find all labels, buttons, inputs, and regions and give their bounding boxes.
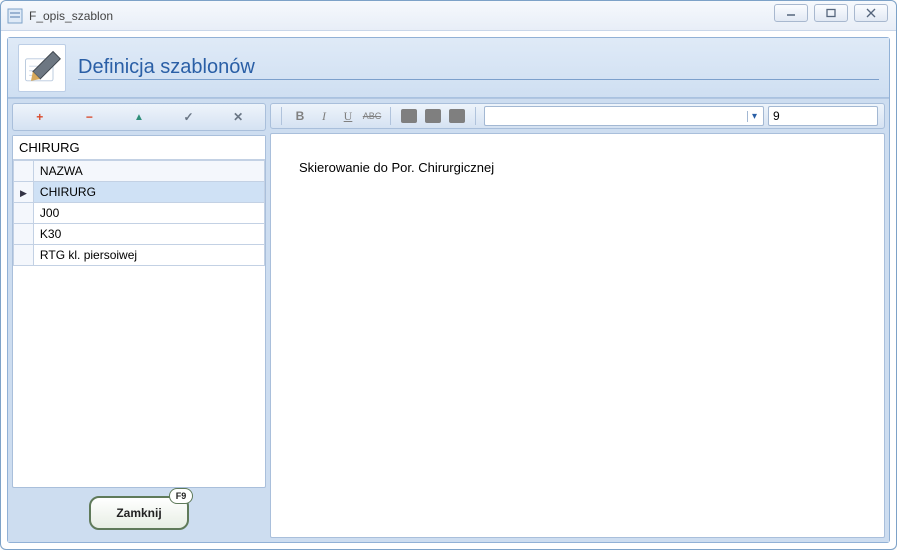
italic-button[interactable]: I <box>314 107 334 125</box>
highlight-button[interactable] <box>447 107 467 125</box>
template-grid[interactable]: NAZWA CHIRURGJ00K30RTG kl. piersoiwej <box>13 160 265 266</box>
cancel-button[interactable]: ✕ <box>218 106 258 128</box>
font-family-combo[interactable]: ▾ <box>484 106 764 126</box>
bold-button[interactable]: B <box>290 107 310 125</box>
close-dialog-button[interactable]: Zamknij F9 <box>89 496 189 530</box>
up-button[interactable]: ▲ <box>119 106 159 128</box>
filter-input[interactable] <box>13 136 265 160</box>
close-shortcut-badge: F9 <box>169 488 193 504</box>
table-row[interactable]: K30 <box>14 224 265 245</box>
row-indicator <box>14 182 34 203</box>
template-list: NAZWA CHIRURGJ00K30RTG kl. piersoiwej <box>12 135 266 488</box>
right-panel: B I U ABC ▾ <box>270 103 885 538</box>
page-header: Definicja szablonów <box>8 38 889 98</box>
strikethrough-button[interactable]: ABC <box>362 107 382 125</box>
remove-button[interactable]: − <box>69 106 109 128</box>
minimize-button[interactable] <box>774 4 808 22</box>
forecolor-button[interactable] <box>399 107 419 125</box>
table-row[interactable]: CHIRURG <box>14 182 265 203</box>
table-row[interactable]: RTG kl. piersoiwej <box>14 245 265 266</box>
editor-text: Skierowanie do Por. Chirurgicznej <box>299 160 494 175</box>
app-window: F_opis_szablon <box>0 0 897 550</box>
column-header-nazwa[interactable]: NAZWA <box>33 161 264 182</box>
cell-nazwa[interactable]: RTG kl. piersoiwej <box>33 245 264 266</box>
app-icon <box>7 8 23 24</box>
left-panel: + − ▲ ✓ ✕ N <box>12 103 266 538</box>
editor-area[interactable]: Skierowanie do Por. Chirurgicznej <box>270 133 885 538</box>
titlebar[interactable]: F_opis_szablon <box>1 1 896 31</box>
window-title: F_opis_szablon <box>29 9 113 23</box>
cell-nazwa[interactable]: CHIRURG <box>33 182 264 203</box>
row-indicator <box>14 203 34 224</box>
dropdown-icon: ▾ <box>747 111 761 122</box>
close-button-label: Zamknij <box>116 506 161 520</box>
add-button[interactable]: + <box>20 106 60 128</box>
header-icon <box>18 44 66 92</box>
backcolor-button[interactable] <box>423 107 443 125</box>
cell-nazwa[interactable]: J00 <box>33 203 264 224</box>
cell-nazwa[interactable]: K30 <box>33 224 264 245</box>
confirm-button[interactable]: ✓ <box>169 106 209 128</box>
list-toolbar: + − ▲ ✓ ✕ <box>12 103 266 131</box>
editor-toolbar: B I U ABC ▾ <box>270 103 885 129</box>
row-indicator <box>14 245 34 266</box>
font-size-input[interactable] <box>768 106 878 126</box>
maximize-button[interactable] <box>814 4 848 22</box>
underline-button[interactable]: U <box>338 107 358 125</box>
page-title: Definicja szablonów <box>78 56 879 80</box>
table-row[interactable]: J00 <box>14 203 265 224</box>
close-button[interactable] <box>854 4 888 22</box>
row-indicator <box>14 224 34 245</box>
